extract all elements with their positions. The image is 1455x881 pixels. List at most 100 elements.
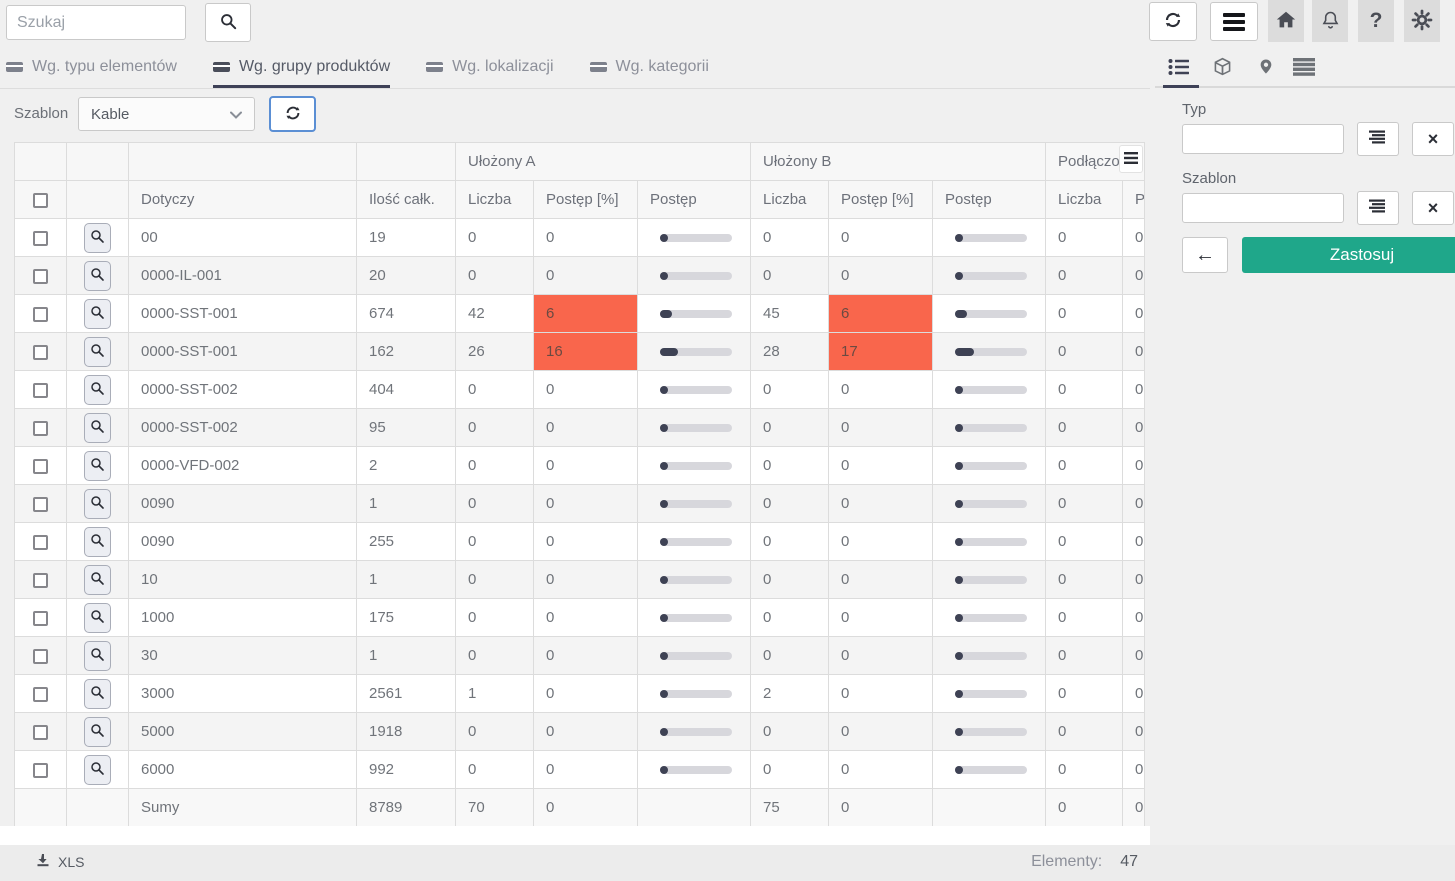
progress-bar [955,766,1027,774]
row-checkbox[interactable] [33,269,48,284]
sidebar-active-tab-indicator [1163,85,1199,88]
magnifier-icon [90,343,105,361]
row-magnifier-button[interactable] [84,489,111,519]
cell-postep-b [933,333,1046,371]
cell-liczba-b: 0 [751,637,829,675]
tab-wg-grupy-produktow[interactable]: Wg. grupy produktów [213,48,390,88]
table-row: 30 1 0 0 0 0 0 0 [15,637,1145,675]
col-dotyczy[interactable]: Dotyczy [129,181,357,219]
row-magnifier-button[interactable] [84,603,111,633]
col-postep-pct-a[interactable]: Postęp [%] [534,181,638,219]
row-checkbox[interactable] [33,687,48,702]
row-checkbox[interactable] [33,345,48,360]
search-button[interactable] [205,3,251,42]
progress-fill [955,462,963,470]
szablon-select[interactable]: Kable [78,97,255,131]
row-magnifier-button[interactable] [84,527,111,557]
cell-ilosc-calk: 255 [357,523,456,561]
tab-card-icon [213,62,230,72]
typ-input[interactable] [1182,124,1344,154]
row-checkbox[interactable] [33,497,48,512]
home-button[interactable] [1268,0,1304,42]
row-magnifier-button[interactable] [84,717,111,747]
help-button[interactable]: ? [1358,0,1394,42]
sidebar-tab-list[interactable] [1164,54,1194,82]
apply-button[interactable]: Zastosuj [1242,237,1455,273]
col-postep-b[interactable]: Postęp [933,181,1046,219]
tab-wg-lokalizacji[interactable]: Wg. lokalizacji [426,48,553,88]
cell-ilosc-calk: 1 [357,561,456,599]
typ-clear-button[interactable]: × [1412,122,1454,156]
notifications-button[interactable] [1312,0,1348,42]
col-postep-a[interactable]: Postęp [638,181,751,219]
row-checkbox[interactable] [33,231,48,246]
cell-dotyczy: 0000-SST-002 [129,371,357,409]
row-checkbox[interactable] [33,535,48,550]
sidebar-tab-location[interactable] [1251,54,1281,82]
row-magnifier-button[interactable] [84,337,111,367]
cell-liczba-c: 0 [1046,371,1123,409]
select-all-checkbox[interactable] [33,193,48,208]
sidebar-tab-table[interactable] [1289,54,1319,82]
row-checkbox[interactable] [33,611,48,626]
row-magnifier-button[interactable] [84,641,111,671]
progress-bar [660,310,732,318]
row-magnifier-button[interactable] [84,755,111,785]
progress-fill [660,500,668,508]
row-checkbox[interactable] [33,459,48,474]
row-magnifier-button[interactable] [84,261,111,291]
tab-wg-typu-elementow[interactable]: Wg. typu elementów [6,48,177,88]
cell-postep-pct-c: 0 [1123,257,1145,295]
search-input[interactable] [6,5,186,40]
cell-postep-pct-a: 0 [534,485,638,523]
szablon-clear-button[interactable]: × [1412,191,1454,225]
row-magnifier-button[interactable] [84,223,111,253]
main-menu-button[interactable] [1210,2,1258,41]
row-magnifier-button[interactable] [84,565,111,595]
col-postep-pct-c[interactable]: Postęp [%] [1123,181,1145,219]
row-checkbox[interactable] [33,649,48,664]
xls-export-link[interactable]: XLS [36,853,84,870]
sum-ilosc: 8789 [357,789,456,827]
cell-liczba-b: 0 [751,371,829,409]
magnifier-icon [90,761,105,779]
row-magnifier-button[interactable] [84,451,111,481]
row-checkbox[interactable] [33,573,48,588]
progress-fill [955,652,963,660]
row-checkbox[interactable] [33,383,48,398]
szablon-pick-button[interactable] [1357,191,1399,225]
table-row: 0000-IL-001 20 0 0 0 0 0 0 [15,257,1145,295]
cell-postep-pct-c: 0 [1123,219,1145,257]
back-button[interactable]: ← [1182,237,1228,273]
row-checkbox[interactable] [33,421,48,436]
table-columns-menu-button[interactable] [1119,145,1143,173]
tab-wg-kategorii[interactable]: Wg. kategorii [590,48,709,88]
progress-bar [660,728,732,736]
row-magnifier-button[interactable] [84,299,111,329]
row-checkbox[interactable] [33,763,48,778]
row-magnifier-button[interactable] [84,413,111,443]
progress-fill [660,728,668,736]
cell-liczba-c: 0 [1046,713,1123,751]
row-checkbox[interactable] [33,307,48,322]
col-liczba-a[interactable]: Liczba [456,181,534,219]
row-magnifier-button[interactable] [84,679,111,709]
refresh-button[interactable] [1149,2,1197,41]
progress-bar [660,462,732,470]
table-refresh-button[interactable] [269,96,316,132]
col-postep-pct-b[interactable]: Postęp [%] [829,181,933,219]
row-magnifier-button[interactable] [84,375,111,405]
cell-ilosc-calk: 2561 [357,675,456,713]
col-liczba-c[interactable]: Liczba [1046,181,1123,219]
col-ilosc-calk[interactable]: Ilość całk. [357,181,456,219]
table-row: 0000-SST-001 162 26 16 28 17 0 0 [15,333,1145,371]
magnifier-icon [90,267,105,285]
row-checkbox[interactable] [33,725,48,740]
settings-button[interactable] [1404,0,1440,42]
sidebar-tab-package[interactable] [1207,54,1237,82]
cell-dotyczy: 30 [129,637,357,675]
cell-liczba-c: 0 [1046,675,1123,713]
typ-pick-button[interactable] [1357,122,1399,156]
szablon-input[interactable] [1182,193,1344,223]
col-liczba-b[interactable]: Liczba [751,181,829,219]
